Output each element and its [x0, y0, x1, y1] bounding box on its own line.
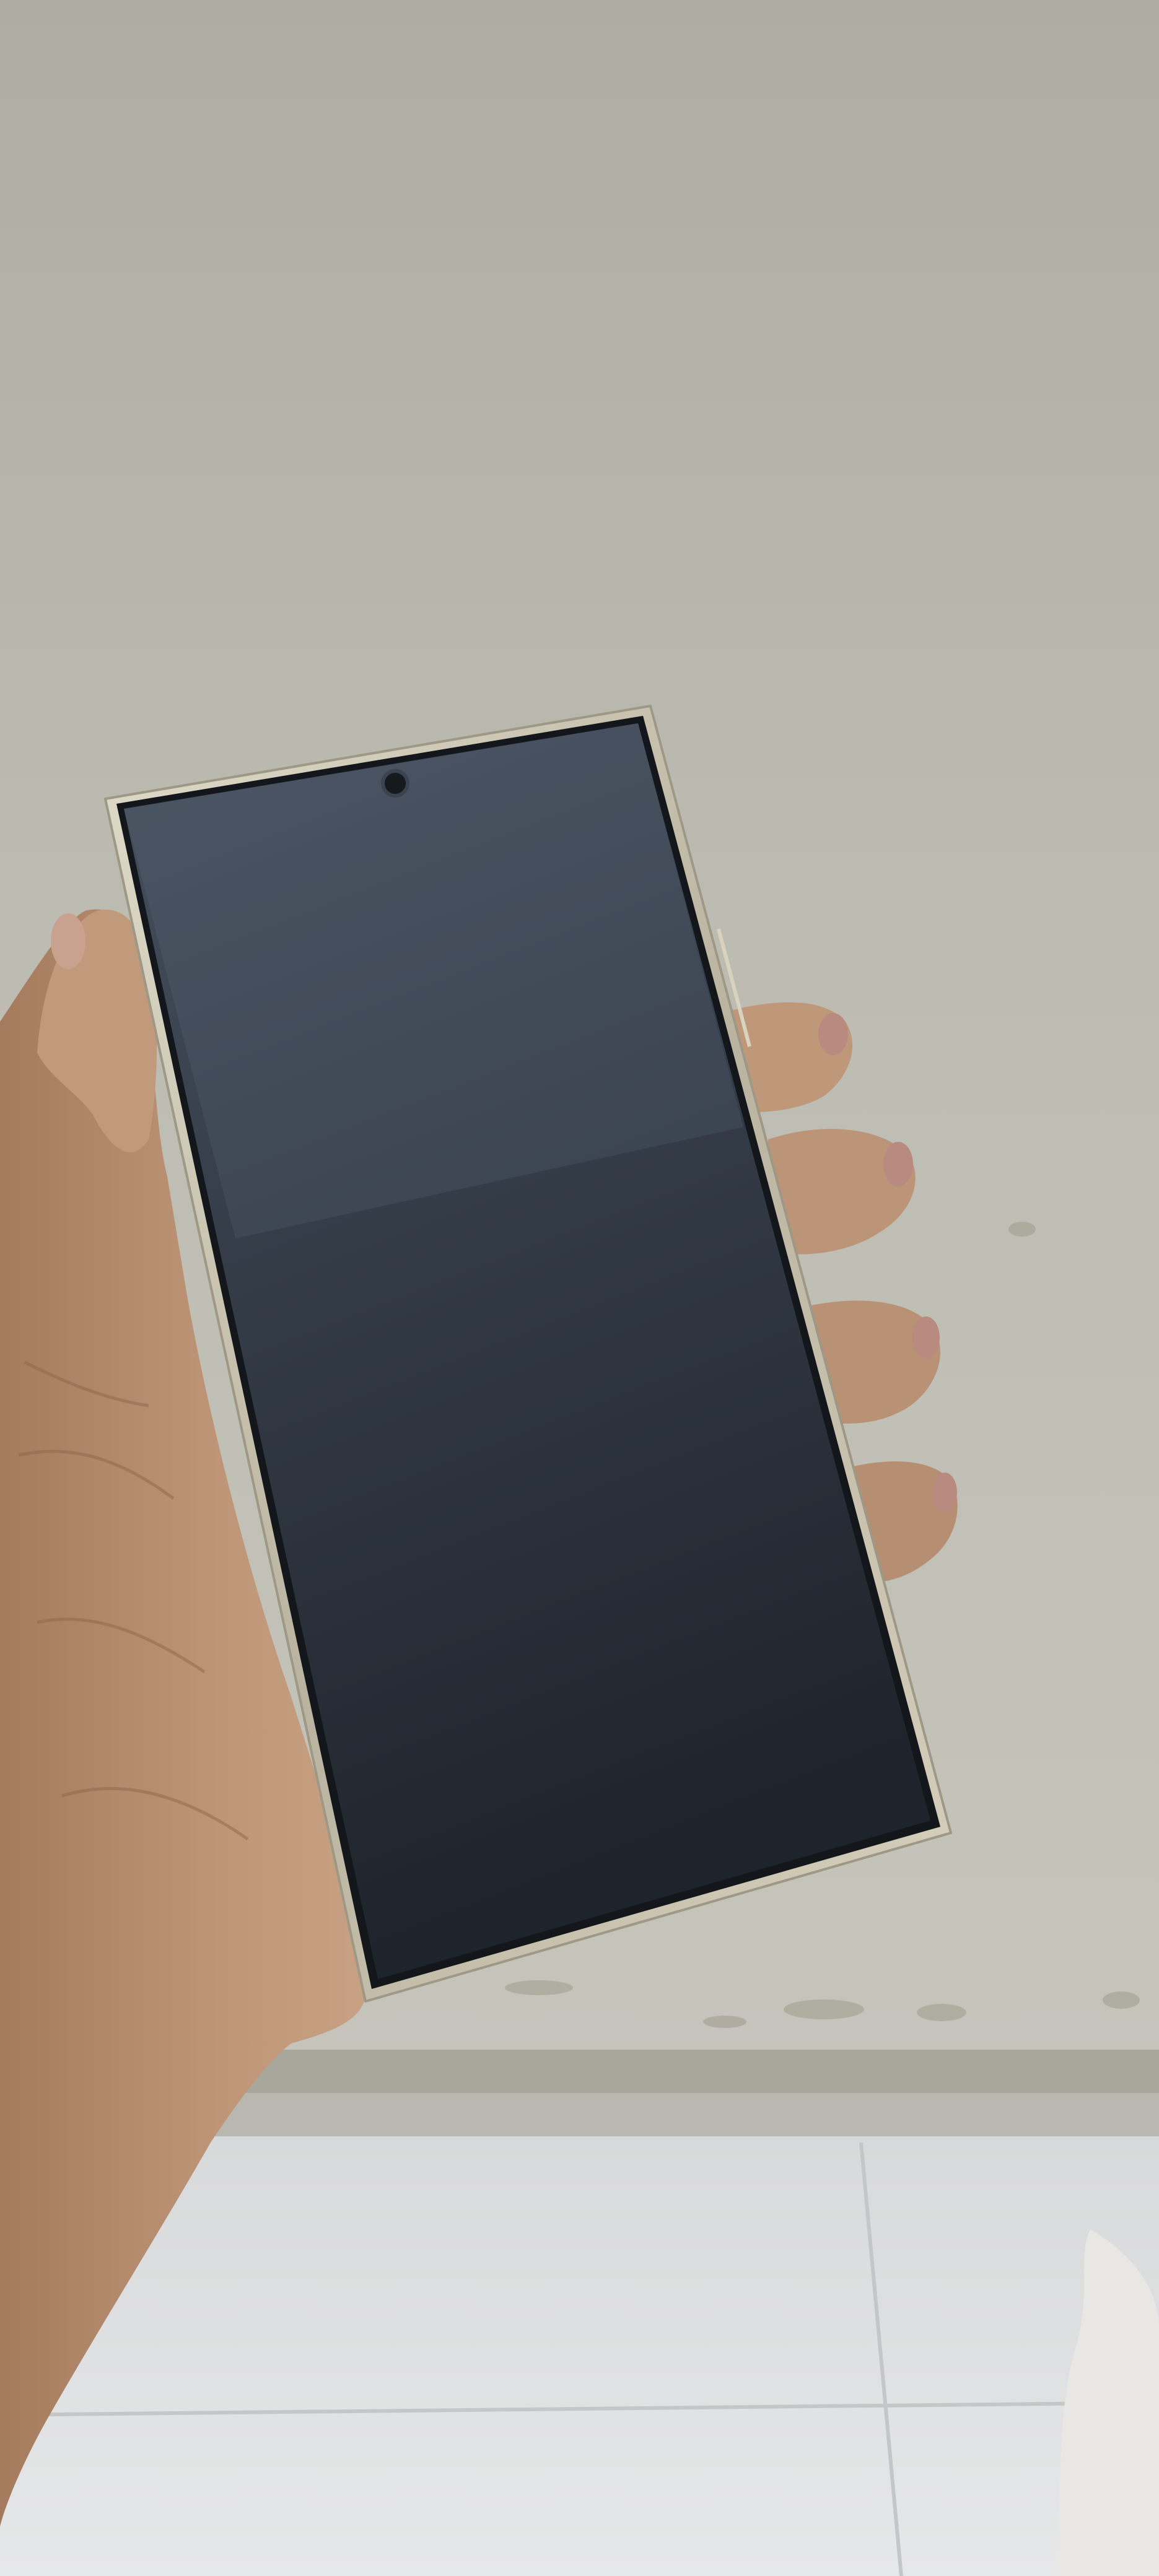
photo-illustration	[0, 0, 1159, 2576]
front-camera	[381, 769, 409, 798]
photo-scene	[0, 0, 1159, 2576]
thumb-nail	[51, 913, 85, 969]
